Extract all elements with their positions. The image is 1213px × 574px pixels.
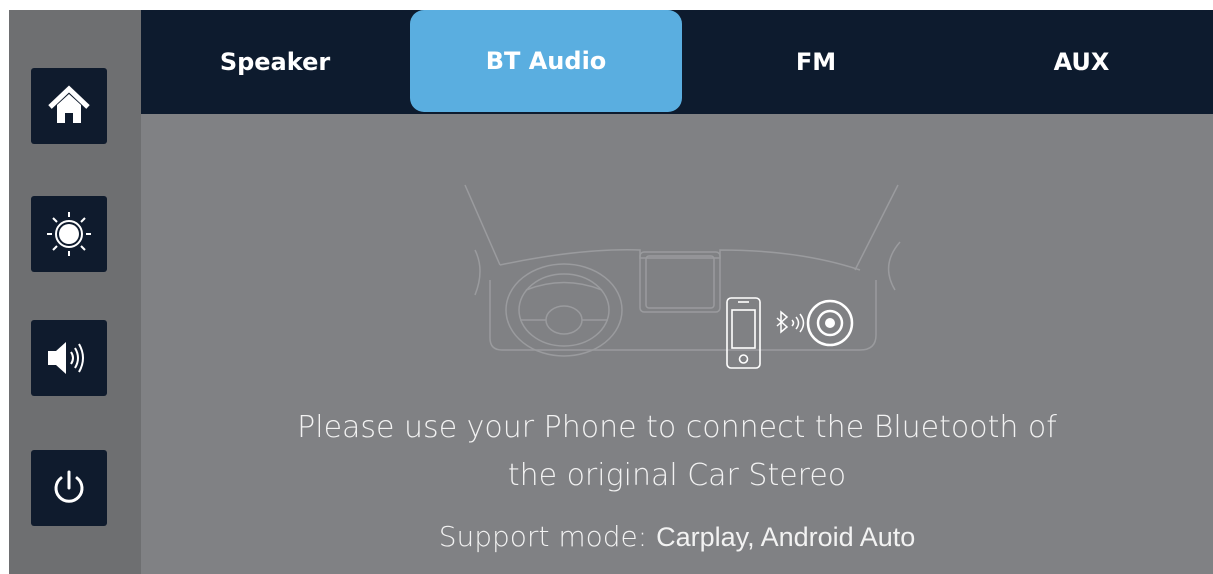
tab-aux-label: AUX [1053,48,1110,76]
connect-instruction-line1: Please use your Phone to connect the Blu… [297,410,1057,445]
brightness-icon [47,212,91,256]
bluetooth-icon [776,310,805,334]
power-button[interactable] [31,450,107,526]
home-icon [48,85,90,123]
car-dashboard-illustration [464,184,901,369]
dashboard-top-line [499,249,861,271]
support-mode-label: Support mode: [438,520,648,553]
tab-fm-label: FM [795,48,837,76]
brightness-button[interactable] [31,196,107,272]
tab-bt-audio-label: BT Audio [485,47,607,75]
phone-icon [726,297,761,369]
tab-speaker[interactable]: Speaker [141,10,409,114]
windshield-right-pillar [854,184,899,271]
tab-fm[interactable]: FM [682,10,950,114]
home-button[interactable] [31,68,107,144]
tab-aux[interactable]: AUX [950,10,1213,114]
dashboard-right-curve [887,241,901,291]
support-mode-values: Carplay, Android Auto [656,522,916,552]
tab-speaker-label: Speaker [219,48,331,76]
tab-bt-audio[interactable]: BT Audio [410,10,682,112]
sidebar [9,10,141,574]
steering-wheel-icon [505,263,623,357]
dashboard-left-curve [474,249,481,296]
connect-instruction-line2: the original Car Stereo [507,458,847,493]
center-screen-outline [639,251,721,313]
power-icon [54,470,84,503]
volume-button[interactable] [31,320,107,396]
support-mode-text: Support mode: Carplay, Android Auto [141,520,1213,553]
volume-icon [48,342,84,374]
windshield-left-pillar [464,184,501,266]
speaker-icon [806,299,854,347]
